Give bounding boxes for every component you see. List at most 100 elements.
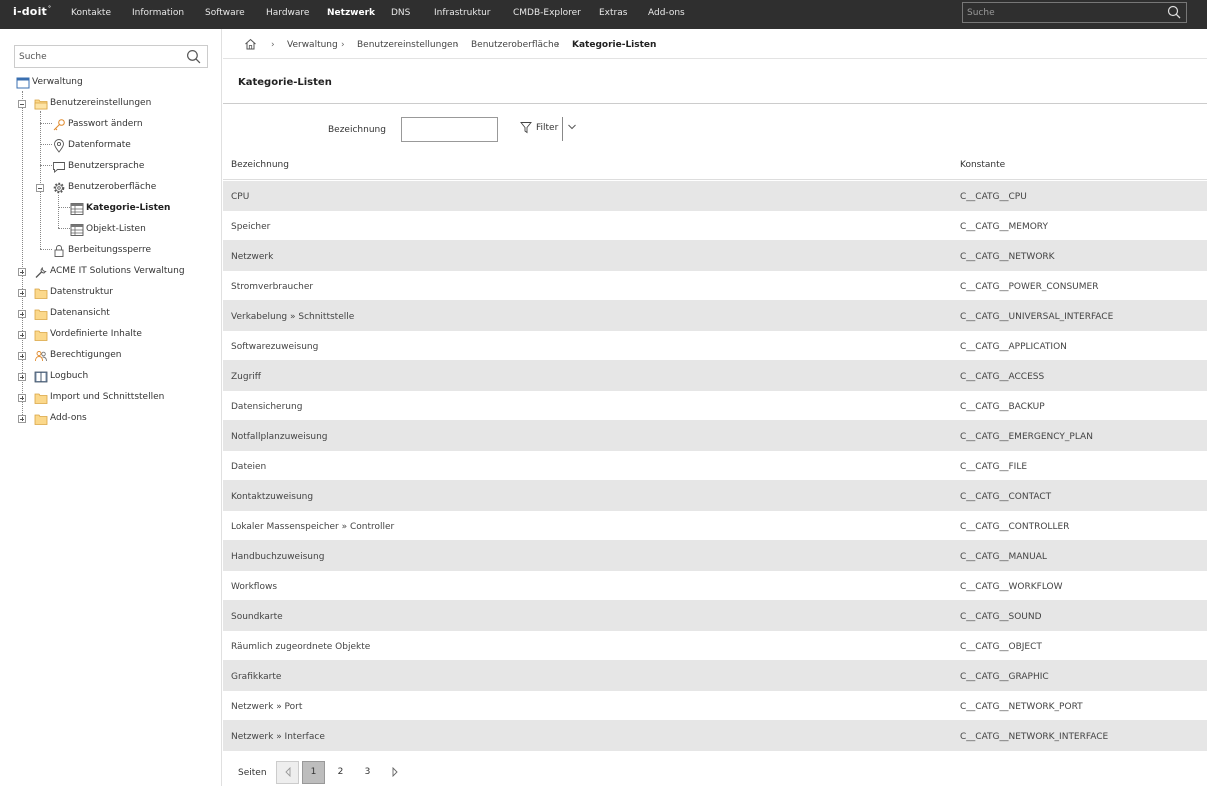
tree-item-objekt-listen[interactable]: Objekt-Listen <box>70 222 210 238</box>
table-row[interactable]: Lokaler Massenspeicher » Controller C__CA… <box>223 511 1207 541</box>
tree-item-benutzereinstellungen[interactable]: Benutzereinstellungen <box>34 96 214 112</box>
table-row[interactable]: Kontaktzuweisung C__CATG__CONTACT <box>223 481 1207 511</box>
tree-expand-toggle[interactable] <box>18 415 26 423</box>
nav-infrastruktur[interactable]: Infrastruktur <box>434 8 491 18</box>
cell-bezeichnung: Speicher <box>231 222 271 232</box>
tree-item-kategorie-listen[interactable]: Kategorie-Listen <box>70 201 210 217</box>
sidebar-search-input[interactable] <box>19 50 179 64</box>
nav-extras[interactable]: Extras <box>599 8 627 18</box>
breadcrumb-verwaltung[interactable]: Verwaltung <box>287 40 338 50</box>
previous-page-button[interactable] <box>276 761 299 784</box>
tree-item-label: Datenformate <box>68 140 131 150</box>
tree-expand-toggle[interactable] <box>18 394 26 402</box>
tree-expand-toggle[interactable] <box>18 268 26 276</box>
tree-collapse-toggle[interactable] <box>18 100 26 108</box>
tree-item-label: Benutzersprache <box>68 161 145 171</box>
table-row[interactable]: Stromverbraucher C__CATG__POWER_CONSUMER <box>223 271 1207 301</box>
table-row[interactable]: Dateien C__CATG__FILE <box>223 451 1207 481</box>
table-row[interactable]: Zugriff C__CATG__ACCESS <box>223 361 1207 391</box>
table-row[interactable]: Räumlich zugeordnete Objekte C__CATG__OBJ… <box>223 631 1207 661</box>
table-row[interactable]: Notfallplanzuweisung C__CATG__EMERGENCY_P… <box>223 421 1207 451</box>
cell-bezeichnung: Grafikkarte <box>231 672 282 682</box>
tree-item-datenformate[interactable]: Datenformate <box>52 138 212 154</box>
table-row[interactable]: Netzwerk C__CATG__NETWORK <box>223 241 1207 271</box>
tree-item-benutzersprache[interactable]: Benutzersprache <box>52 159 212 175</box>
cell-bezeichnung: Notfallplanzuweisung <box>231 432 328 442</box>
table-row[interactable]: Datensicherung C__CATG__BACKUP <box>223 391 1207 421</box>
cell-bezeichnung: Kontaktzuweisung <box>231 492 314 502</box>
tree-item-datenstruktur[interactable]: Datenstruktur <box>34 285 214 301</box>
cell-bezeichnung: Netzwerk <box>231 252 274 262</box>
breadcrumb-kategorie-listen: Kategorie-Listen <box>572 40 657 50</box>
tree-expand-toggle[interactable] <box>18 310 26 318</box>
nav-hardware[interactable]: Hardware <box>266 8 309 18</box>
table-row[interactable]: CPU C__CATG__CPU <box>223 181 1207 211</box>
table-row[interactable]: Netzwerk » Port C__CATG__NETWORK_PORT <box>223 691 1207 721</box>
cell-konstante: C__CATG__CONTROLLER <box>960 522 1070 532</box>
breadcrumb-benutzeroberflaeche[interactable]: Benutzeroberfläche <box>471 40 559 50</box>
nav-cmdb-explorer[interactable]: CMDB-Explorer <box>513 8 581 18</box>
column-header-bezeichnung[interactable]: Bezeichnung <box>231 160 289 170</box>
main-content: › Verwaltung › Benutzereinstellungen › B… <box>223 29 1207 786</box>
search-icon[interactable] <box>186 49 201 67</box>
table-row[interactable]: Grafikkarte C__CATG__GRAPHIC <box>223 661 1207 691</box>
folder-open-icon <box>34 97 48 111</box>
next-page-button[interactable] <box>383 761 406 784</box>
cell-bezeichnung: CPU <box>231 192 250 202</box>
tree-item-import-schnittstellen[interactable]: Import und Schnittstellen <box>34 390 214 406</box>
cell-konstante: C__CATG__GRAPHIC <box>960 672 1049 682</box>
nav-information[interactable]: Information <box>132 8 184 18</box>
chevron-down-icon[interactable] <box>567 123 577 134</box>
tree-item-berbeitungssperre[interactable]: Berbeitungssperre <box>52 243 212 259</box>
tree-line <box>40 123 52 124</box>
tree-expand-toggle[interactable] <box>18 373 26 381</box>
nav-software[interactable]: Software <box>205 8 245 18</box>
tree-item-label: Logbuch <box>50 371 89 381</box>
table-row[interactable]: Speicher C__CATG__MEMORY <box>223 211 1207 241</box>
page-1-button[interactable]: 1 <box>302 761 325 784</box>
tree-item-verwaltung[interactable]: Verwaltung <box>16 75 216 91</box>
tree-item-vordefinierte-inhalte[interactable]: Vordefinierte Inhalte <box>34 327 214 343</box>
table-row[interactable]: Softwarezuweisung C__CATG__APPLICATION <box>223 331 1207 361</box>
i-doit-logo[interactable]: i-doit° <box>13 5 51 18</box>
table-row[interactable]: Workflows C__CATG__WORKFLOW <box>223 571 1207 601</box>
tree-item-label: Berbeitungssperre <box>68 245 152 255</box>
home-icon[interactable] <box>244 38 257 53</box>
tree-item-add-ons[interactable]: Add-ons <box>34 411 214 427</box>
column-header-konstante[interactable]: Konstante <box>960 160 1005 170</box>
page-3-button[interactable]: 3 <box>356 761 379 784</box>
tree-item-passwort-aendern[interactable]: Passwort ändern <box>52 117 212 133</box>
nav-kontakte[interactable]: Kontakte <box>71 8 111 18</box>
cell-konstante: C__CATG__SOUND <box>960 612 1042 622</box>
tree-item-label: Benutzeroberfläche <box>68 182 157 192</box>
sidebar-search-box <box>14 45 208 68</box>
filter-button-label: Filter <box>536 123 559 133</box>
tree-item-logbuch[interactable]: Logbuch <box>34 369 214 385</box>
tree-item-label: Add-ons <box>50 413 87 423</box>
cell-bezeichnung: Lokaler Massenspeicher » Controller <box>231 522 395 532</box>
tree-item-acme-verwaltung[interactable]: ACME IT Solutions Verwaltung <box>34 264 219 280</box>
table-row[interactable]: Handbuchzuweisung C__CATG__MANUAL <box>223 541 1207 571</box>
key-icon <box>52 118 66 132</box>
breadcrumb-benutzereinstellungen[interactable]: Benutzereinstellungen <box>357 40 458 50</box>
tree-expand-toggle[interactable] <box>18 352 26 360</box>
search-icon[interactable] <box>1167 5 1181 22</box>
book-icon <box>34 370 48 384</box>
filter-input[interactable] <box>401 117 498 142</box>
nav-dns[interactable]: DNS <box>391 8 410 18</box>
page-2-button[interactable]: 2 <box>329 761 352 784</box>
table-row[interactable]: Verkabelung » Schnittstelle C__CATG__UNIV… <box>223 301 1207 331</box>
table-row[interactable]: Soundkarte C__CATG__SOUND <box>223 601 1207 631</box>
cell-konstante: C__CATG__ACCESS <box>960 372 1045 382</box>
top-search-input[interactable] <box>967 6 1162 20</box>
nav-add-ons[interactable]: Add-ons <box>648 8 685 18</box>
tree-expand-toggle[interactable] <box>18 331 26 339</box>
tree-expand-toggle[interactable] <box>18 289 26 297</box>
tree-item-benutzeroberflaeche[interactable]: Benutzeroberfläche <box>52 180 212 196</box>
tree-item-berechtigungen[interactable]: Berechtigungen <box>34 348 214 364</box>
nav-netzwerk[interactable]: Netzwerk <box>327 8 375 18</box>
tree-item-datenansicht[interactable]: Datenansicht <box>34 306 214 322</box>
chevron-right-icon: › <box>556 40 560 50</box>
tree-collapse-toggle[interactable] <box>36 184 44 192</box>
table-row[interactable]: Netzwerk » Interface C__CATG__NETWORK_INT… <box>223 721 1207 751</box>
